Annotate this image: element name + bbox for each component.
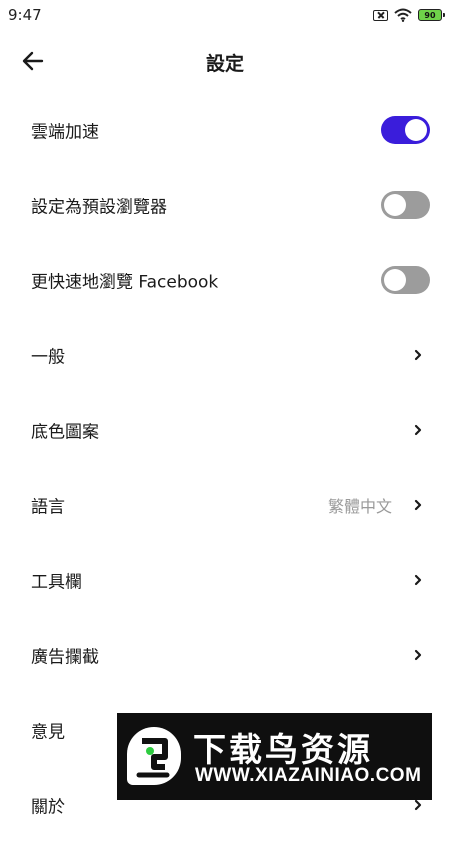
toggle-knob — [405, 118, 427, 141]
status-time: 9:47 — [8, 6, 42, 24]
battery-icon: 90 — [418, 9, 445, 21]
watermark-banner: 下载鸟资源 WWW.XIAZAINIAO.COM — [117, 713, 432, 800]
toggle-knob — [384, 193, 406, 216]
watermark-title: 下载鸟资源 — [193, 730, 373, 769]
chevron-right-icon — [414, 574, 422, 585]
setting-row-theme[interactable]: 底色圖案 — [0, 392, 450, 467]
setting-label: 語言 — [31, 497, 65, 517]
setting-label: 廣告攔截 — [31, 647, 99, 667]
setting-row-toolbar[interactable]: 工具欄 — [0, 542, 450, 617]
chevron-right-icon — [414, 424, 422, 435]
toggle-knob — [384, 268, 406, 291]
setting-label: 意見 — [31, 722, 65, 742]
language-value: 繁體中文 — [327, 496, 392, 516]
setting-row-language[interactable]: 語言 繁體中文 — [0, 467, 450, 542]
bird-logo-icon — [136, 738, 170, 778]
page-title: 設定 — [205, 53, 244, 75]
sim-off-icon — [373, 9, 388, 21]
chevron-right-icon — [414, 649, 422, 660]
watermark-logo — [127, 727, 181, 785]
setting-row-fast-facebook: 更快速地瀏覽 Facebook — [0, 242, 450, 317]
setting-label: 一般 — [31, 347, 65, 367]
battery-level: 90 — [424, 10, 436, 20]
watermark-url: WWW.XIAZAINIAO.COM — [195, 765, 422, 786]
setting-row-general[interactable]: 一般 — [0, 317, 450, 392]
setting-row-ad-block[interactable]: 廣告攔截 — [0, 617, 450, 692]
status-icons: 90 — [373, 8, 445, 22]
chevron-right-icon — [414, 349, 422, 360]
fast-facebook-toggle[interactable] — [381, 265, 430, 294]
setting-label: 底色圖案 — [31, 422, 99, 442]
default-browser-toggle[interactable] — [381, 190, 430, 219]
setting-label: 雲端加速 — [31, 122, 99, 142]
chevron-right-icon — [414, 499, 422, 510]
status-bar: 9:47 90 — [0, 0, 450, 32]
app-header: 設定 — [0, 32, 450, 90]
setting-label: 設定為預設瀏覽器 — [31, 197, 167, 217]
setting-row-default-browser: 設定為預設瀏覽器 — [0, 167, 450, 242]
setting-label: 關於 — [31, 797, 65, 817]
setting-label: 工具欄 — [31, 572, 82, 592]
setting-label: 更快速地瀏覽 Facebook — [31, 272, 219, 292]
cloud-acceleration-toggle[interactable] — [381, 115, 430, 144]
wifi-icon — [394, 8, 412, 22]
setting-row-cloud-acceleration: 雲端加速 — [0, 92, 450, 167]
